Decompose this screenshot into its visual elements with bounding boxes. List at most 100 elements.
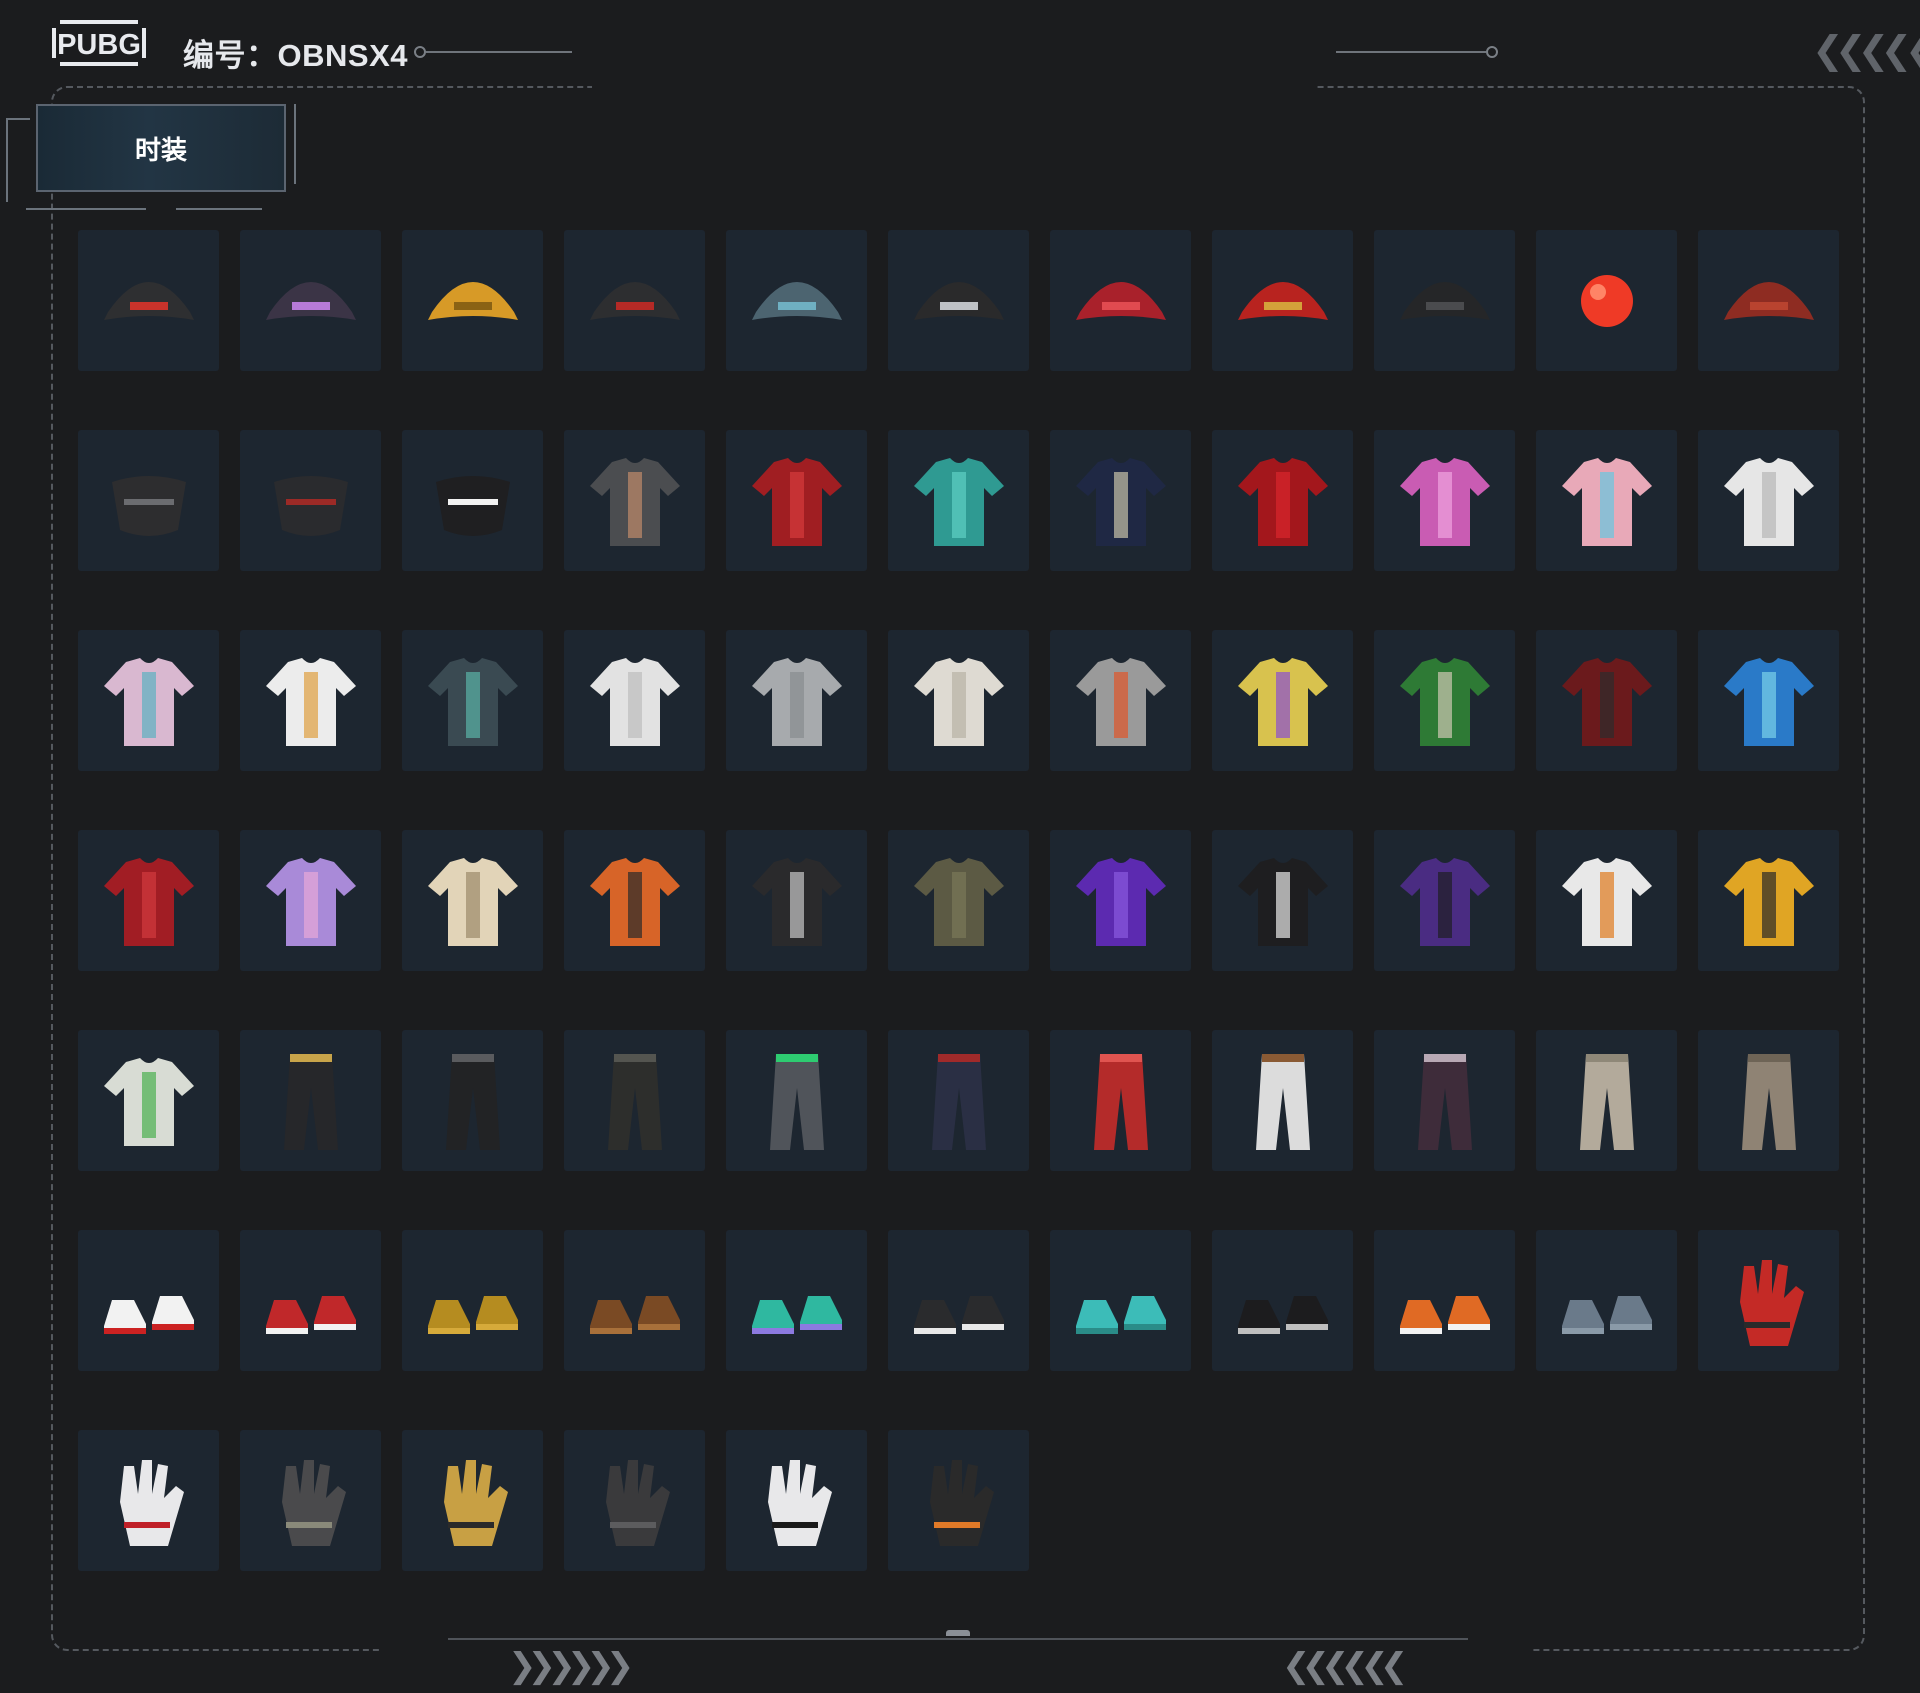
item-tile[interactable]: [1536, 430, 1677, 571]
item-tile[interactable]: [564, 830, 705, 971]
item-tile[interactable]: [888, 230, 1029, 371]
goggles-hat-icon: [265, 281, 356, 320]
moto-gloves-icon: [1739, 1259, 1804, 1346]
hand-black-nails-icon: [767, 1459, 832, 1546]
header-line-node: [414, 46, 426, 58]
beige-pants-icon: [1579, 1053, 1634, 1150]
item-tile[interactable]: [78, 430, 219, 571]
item-tile[interactable]: [402, 230, 543, 371]
item-tile[interactable]: [1212, 1030, 1353, 1171]
item-tile[interactable]: [240, 430, 381, 571]
leather-pants-icon: [445, 1053, 500, 1150]
item-tile[interactable]: [1050, 230, 1191, 371]
item-tile[interactable]: [726, 430, 867, 571]
item-tile[interactable]: [402, 1030, 543, 1171]
item-tile[interactable]: [888, 1230, 1029, 1371]
item-tile[interactable]: [726, 230, 867, 371]
item-tile[interactable]: [240, 1230, 381, 1371]
purple-jacket-icon: [1075, 857, 1166, 946]
item-tile[interactable]: [1050, 630, 1191, 771]
item-tile[interactable]: [888, 430, 1029, 571]
teeth-mask-icon: [435, 475, 510, 536]
item-tile[interactable]: [888, 1030, 1029, 1171]
item-tile[interactable]: [1212, 830, 1353, 971]
bucket-hat-icon: [751, 281, 842, 320]
item-tile[interactable]: [240, 1030, 381, 1171]
glasses-icon: [1237, 281, 1328, 320]
item-tile[interactable]: [888, 830, 1029, 971]
purple-hoodie-icon: [265, 857, 356, 946]
item-tile[interactable]: [726, 1230, 867, 1371]
taupe-pants-icon: [1741, 1053, 1796, 1150]
item-tile[interactable]: [1212, 430, 1353, 571]
item-tile[interactable]: [726, 830, 867, 971]
item-tile[interactable]: [1698, 1030, 1839, 1171]
item-tile[interactable]: [1698, 430, 1839, 571]
teal-clogs-icon: [1075, 1295, 1166, 1334]
item-tile[interactable]: [1698, 230, 1839, 371]
item-tile[interactable]: [240, 230, 381, 371]
red-track-pants-icon: [1093, 1053, 1148, 1150]
item-tile[interactable]: [1050, 1030, 1191, 1171]
item-tile[interactable]: [240, 1430, 381, 1571]
item-tile[interactable]: [240, 630, 381, 771]
navy-dress-icon: [1075, 457, 1166, 546]
item-tile[interactable]: [1536, 230, 1677, 371]
item-tile[interactable]: [1374, 630, 1515, 771]
item-tile[interactable]: [402, 1230, 543, 1371]
item-tile[interactable]: [1536, 1030, 1677, 1171]
item-tile[interactable]: [1374, 430, 1515, 571]
item-grid: [78, 230, 1839, 1571]
item-tile[interactable]: [1050, 1230, 1191, 1371]
bottom-line: [448, 1638, 1468, 1640]
item-tile[interactable]: [1698, 830, 1839, 971]
item-tile[interactable]: [78, 830, 219, 971]
item-tile[interactable]: [78, 1030, 219, 1171]
item-tile[interactable]: [888, 1430, 1029, 1571]
item-tile[interactable]: [564, 1230, 705, 1371]
white-tshirt-icon: [589, 657, 680, 746]
item-tile[interactable]: [726, 630, 867, 771]
header-line-node: [1486, 46, 1498, 58]
tab-fashion[interactable]: 时装: [36, 104, 286, 192]
item-tile[interactable]: [1212, 630, 1353, 771]
cap-headphones-icon: [589, 281, 680, 320]
item-tile[interactable]: [78, 1430, 219, 1571]
white-shorts-icon: [1255, 1053, 1310, 1150]
item-code-label: 编号：OBNSX4: [183, 38, 408, 73]
item-tile[interactable]: [1536, 630, 1677, 771]
header-line-right: [1336, 51, 1486, 53]
item-tile[interactable]: [1374, 230, 1515, 371]
item-tile[interactable]: [1374, 1230, 1515, 1371]
eye-mask-icon: [1075, 281, 1166, 320]
item-tile[interactable]: [402, 430, 543, 571]
item-tile[interactable]: [1374, 830, 1515, 971]
item-tile[interactable]: [78, 1230, 219, 1371]
item-tile[interactable]: [1374, 1030, 1515, 1171]
item-tile[interactable]: [78, 630, 219, 771]
item-tile[interactable]: [888, 630, 1029, 771]
item-tile[interactable]: [1050, 830, 1191, 971]
item-tile[interactable]: [564, 430, 705, 571]
item-tile[interactable]: [726, 1430, 867, 1571]
item-tile[interactable]: [1698, 1230, 1839, 1371]
header-line: [426, 51, 572, 53]
item-tile[interactable]: [402, 830, 543, 971]
item-tile[interactable]: [1698, 630, 1839, 771]
item-tile[interactable]: [240, 830, 381, 971]
item-tile[interactable]: [402, 1430, 543, 1571]
item-tile[interactable]: [1536, 830, 1677, 971]
item-tile[interactable]: [1212, 1230, 1353, 1371]
item-tile[interactable]: [1212, 230, 1353, 371]
item-tile[interactable]: [564, 1430, 705, 1571]
pink-top-icon: [1399, 457, 1490, 546]
item-tile[interactable]: [726, 1030, 867, 1171]
item-tile[interactable]: [564, 1030, 705, 1171]
item-tile[interactable]: [402, 630, 543, 771]
item-tile[interactable]: [1536, 1230, 1677, 1371]
item-tile[interactable]: [78, 230, 219, 371]
face-mask-icon: [1399, 281, 1490, 320]
item-tile[interactable]: [564, 230, 705, 371]
item-tile[interactable]: [1050, 430, 1191, 571]
item-tile[interactable]: [564, 630, 705, 771]
